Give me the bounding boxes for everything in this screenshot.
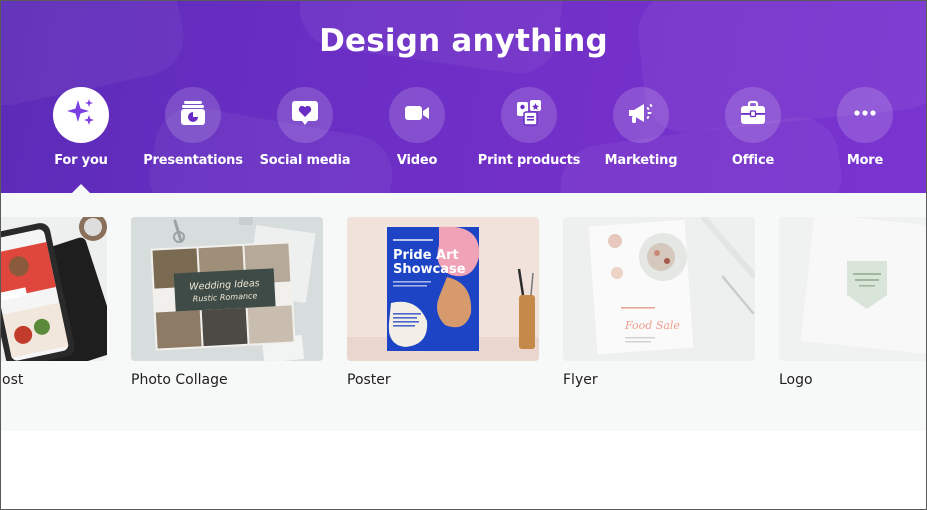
poster-thumbnail: Pride Art Showcase: [347, 217, 539, 361]
category-label: Office: [731, 153, 775, 168]
more-circle: [837, 87, 893, 143]
app-frame: Design anything For you Presentations So…: [0, 0, 927, 510]
flyer-title-text: Food Sale: [624, 319, 680, 332]
template-caption: Photo Collage: [131, 372, 228, 388]
presentation-icon: [178, 98, 208, 133]
poster-title-line2: Showcase: [393, 262, 466, 277]
category-video[interactable]: Video: [361, 87, 473, 177]
category-label: Marketing: [604, 153, 678, 168]
category-office[interactable]: Office: [697, 87, 809, 177]
presentations-circle: [165, 87, 221, 143]
video-circle: [389, 87, 445, 143]
template-card-instagram-post[interactable]: ost: [1, 217, 107, 388]
template-carousel: ost Wedding Ideas Rustic Romance Photo C…: [1, 193, 926, 431]
category-label: For you: [54, 153, 108, 168]
print-products-circle: [501, 87, 557, 143]
print-products-icon: [514, 98, 544, 133]
for-you-circle: [53, 87, 109, 143]
heart-chat-icon: [290, 98, 320, 133]
category-social-media[interactable]: Social media: [249, 87, 361, 177]
office-circle: [725, 87, 781, 143]
template-card-photo-collage[interactable]: Wedding Ideas Rustic Romance Photo Colla…: [131, 217, 323, 388]
poster-title-line1: Pride Art: [393, 248, 459, 263]
template-card-logo[interactable]: Logo: [779, 217, 926, 388]
category-presentations[interactable]: Presentations: [137, 87, 249, 177]
category-label: Print products: [477, 153, 581, 168]
marketing-circle: [613, 87, 669, 143]
template-caption: Poster: [347, 372, 391, 388]
category-label: Social media: [259, 153, 351, 168]
category-label: Presentations: [143, 153, 243, 168]
video-camera-icon: [402, 98, 432, 133]
more-dots-icon: [850, 98, 880, 133]
megaphone-icon: [626, 98, 656, 133]
template-card-flyer[interactable]: Food Sale Flyer: [563, 217, 755, 388]
category-label: Video: [396, 153, 438, 168]
category-nav: For you Presentations Social media Video…: [1, 87, 926, 177]
category-marketing[interactable]: Marketing: [585, 87, 697, 177]
category-label: More: [846, 153, 884, 168]
logo-thumbnail: [779, 217, 926, 361]
category-print-products[interactable]: Print products: [473, 87, 585, 177]
briefcase-icon: [738, 98, 768, 133]
template-caption: Logo: [779, 372, 813, 388]
page-title: Design anything: [319, 23, 608, 59]
photo-collage-thumbnail: Wedding Ideas Rustic Romance: [131, 217, 323, 361]
template-caption: ost: [2, 372, 24, 388]
design-anything-hero: Design anything For you Presentations So…: [1, 1, 926, 193]
sparkle-icon: [64, 96, 98, 135]
category-for-you[interactable]: For you: [25, 87, 137, 177]
flyer-thumbnail: Food Sale: [563, 217, 755, 361]
template-card-poster[interactable]: Pride Art Showcase Poster: [347, 217, 539, 388]
category-more[interactable]: More: [809, 87, 921, 177]
template-caption: Flyer: [563, 372, 598, 388]
phone-instagram-thumbnail: [1, 217, 107, 361]
social-media-circle: [277, 87, 333, 143]
